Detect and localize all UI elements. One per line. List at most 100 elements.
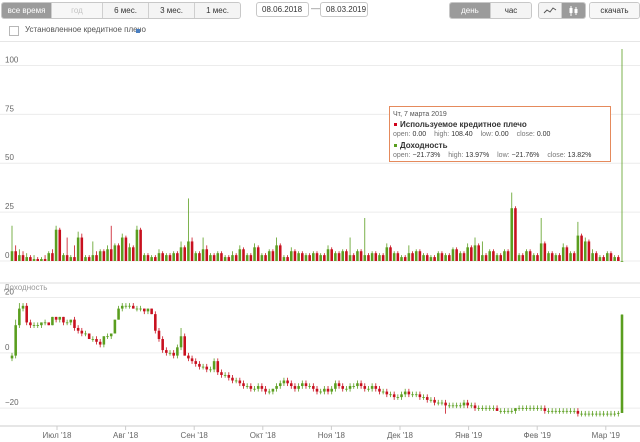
leverage-candle[interactable]	[517, 255, 521, 261]
leverage-candle[interactable]	[106, 249, 109, 261]
yield-candle[interactable]	[330, 388, 333, 392]
yield-candle[interactable]	[238, 380, 242, 384]
leverage-candle[interactable]	[422, 255, 425, 261]
yield-candle[interactable]	[598, 413, 602, 415]
yield-candle[interactable]	[429, 399, 433, 401]
leverage-candle[interactable]	[323, 255, 326, 261]
leverage-candle[interactable]	[143, 255, 146, 261]
yield-candle[interactable]	[165, 350, 168, 353]
yield-candle[interactable]	[543, 408, 547, 411]
leverage-candle[interactable]	[117, 245, 120, 261]
yield-candle[interactable]	[554, 410, 558, 412]
leverage-candle[interactable]	[62, 255, 65, 261]
leverage-candle[interactable]	[334, 253, 337, 261]
yield-candle[interactable]	[245, 386, 249, 387]
yield-candle[interactable]	[308, 386, 311, 387]
leverage-candle[interactable]	[289, 251, 293, 261]
leverage-candle[interactable]	[503, 251, 506, 261]
leverage-candle[interactable]	[304, 255, 308, 261]
leverage-candle[interactable]	[514, 208, 517, 261]
yield-candle[interactable]	[304, 383, 308, 387]
leverage-candle[interactable]	[150, 257, 153, 261]
yield-candle[interactable]	[128, 305, 131, 307]
yield-candle[interactable]	[609, 413, 613, 415]
yield-candle[interactable]	[161, 339, 164, 351]
leverage-candle[interactable]	[87, 257, 91, 261]
leverage-candle[interactable]	[157, 253, 161, 261]
yield-candle[interactable]	[587, 413, 591, 415]
leverage-candle[interactable]	[341, 251, 345, 261]
leverage-checkbox[interactable]	[9, 26, 19, 36]
yield-candle[interactable]	[231, 377, 234, 381]
yield-candle[interactable]	[29, 322, 32, 326]
yield-candle[interactable]	[87, 333, 91, 340]
leverage-candle[interactable]	[223, 257, 227, 261]
leverage-candle[interactable]	[473, 245, 477, 261]
yield-candle[interactable]	[256, 386, 260, 389]
yield-candle[interactable]	[168, 352, 172, 354]
leverage-candle[interactable]	[187, 241, 190, 261]
yield-candle[interactable]	[102, 336, 106, 345]
leverage-candle[interactable]	[80, 237, 84, 261]
yield-candle[interactable]	[400, 394, 403, 398]
yield-candle[interactable]	[506, 410, 510, 412]
yield-candle[interactable]	[91, 339, 95, 340]
yield-candle[interactable]	[282, 380, 286, 384]
yield-candle[interactable]	[25, 305, 28, 323]
yield-candle[interactable]	[154, 314, 157, 331]
leverage-candle[interactable]	[234, 255, 238, 261]
leverage-candle[interactable]	[455, 249, 458, 261]
leverage-candle[interactable]	[337, 253, 341, 261]
yield-candle[interactable]	[14, 325, 17, 356]
yield-candle[interactable]	[451, 405, 455, 407]
yield-candle[interactable]	[422, 397, 425, 398]
yield-candle[interactable]	[547, 410, 550, 412]
leverage-candle[interactable]	[253, 247, 256, 261]
yield-candle[interactable]	[425, 397, 429, 400]
yield-candle[interactable]	[583, 413, 587, 415]
yield-candle[interactable]	[198, 363, 201, 367]
yield-candle[interactable]	[407, 391, 411, 395]
yield-candle[interactable]	[459, 405, 462, 407]
leverage-candle[interactable]	[359, 251, 363, 261]
yield-candle[interactable]	[249, 386, 253, 389]
yield-candle[interactable]	[433, 399, 436, 403]
yield-candle[interactable]	[517, 408, 521, 409]
yield-candle[interactable]	[271, 388, 275, 392]
leverage-candle[interactable]	[462, 253, 466, 261]
leverage-candle[interactable]	[168, 255, 172, 261]
interval-button-day[interactable]: день	[450, 3, 491, 18]
leverage-candle[interactable]	[293, 251, 297, 261]
yield-candle[interactable]	[396, 397, 400, 398]
leverage-candle[interactable]	[466, 247, 469, 261]
download-button[interactable]: скачать	[589, 2, 640, 19]
leverage-candle[interactable]	[95, 255, 98, 261]
yield-candle[interactable]	[602, 413, 605, 415]
yield-candle[interactable]	[216, 361, 220, 373]
yield-candle[interactable]	[183, 336, 186, 356]
leverage-candle[interactable]	[436, 253, 440, 261]
yield-candle[interactable]	[569, 410, 572, 412]
leverage-candle[interactable]	[98, 251, 102, 261]
yield-candle[interactable]	[510, 410, 514, 412]
yield-candle[interactable]	[109, 333, 113, 337]
price-chart[interactable]: 0255075100−20020ДоходностьИюл '18 Авг '18…	[0, 42, 640, 442]
leverage-candle[interactable]	[260, 255, 264, 261]
leverage-candle[interactable]	[165, 255, 168, 261]
yield-candle[interactable]	[558, 410, 561, 412]
leverage-candle[interactable]	[47, 253, 51, 261]
leverage-candle[interactable]	[558, 255, 561, 261]
yield-candle[interactable]	[253, 388, 256, 390]
leverage-candle[interactable]	[594, 253, 598, 261]
yield-candle[interactable]	[495, 408, 499, 411]
leverage-candle[interactable]	[69, 257, 73, 261]
yield-candle[interactable]	[179, 336, 183, 348]
yield-candle[interactable]	[326, 388, 330, 392]
leverage-candle[interactable]	[21, 255, 25, 261]
leverage-candle[interactable]	[249, 255, 253, 261]
leverage-candle[interactable]	[488, 251, 491, 261]
leverage-candle[interactable]	[209, 255, 212, 261]
interval-button-hour[interactable]: час	[491, 3, 531, 18]
leverage-candle[interactable]	[547, 253, 550, 261]
leverage-candle[interactable]	[212, 255, 216, 261]
